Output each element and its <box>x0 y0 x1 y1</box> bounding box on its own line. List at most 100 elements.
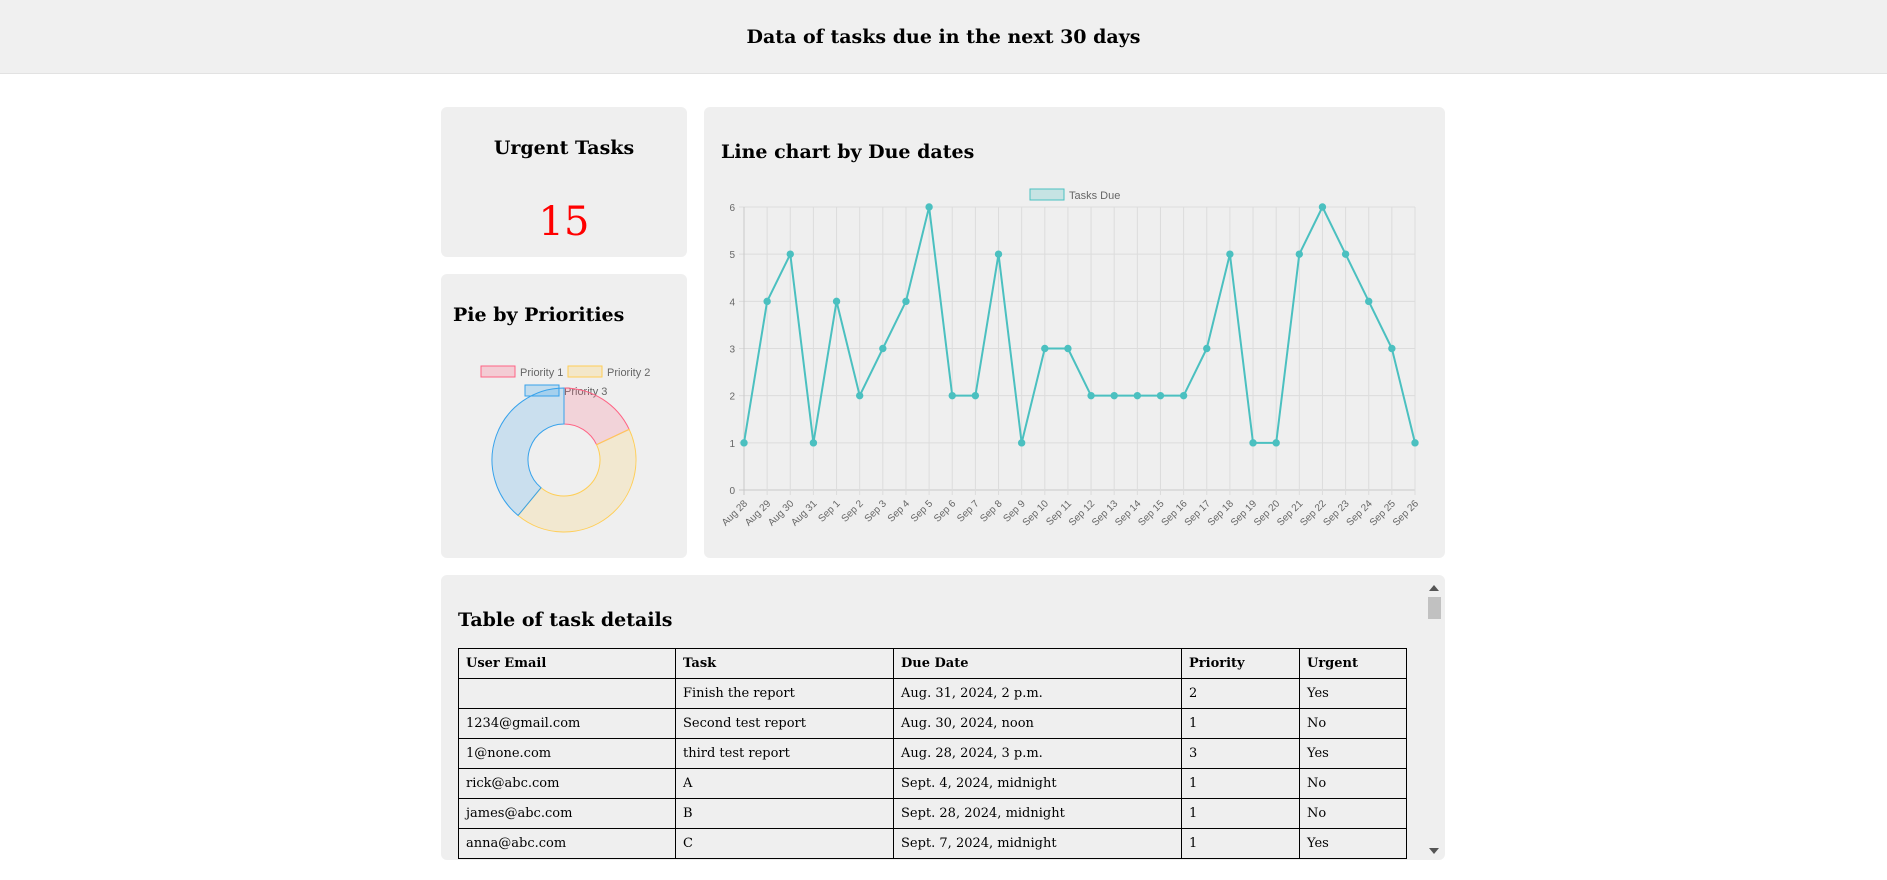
legend-label: Tasks Due <box>1069 190 1120 202</box>
table-cell: Finish the report <box>675 678 894 709</box>
y-tick-label: 3 <box>729 345 735 356</box>
table-row: rick@abc.com A Sept. 4, 2024, midnight 1 No <box>458 768 1407 799</box>
column-header: Priority <box>1181 648 1300 679</box>
table-cell: No <box>1299 798 1407 829</box>
data-point <box>994 250 1003 258</box>
table-row: 1@none.com third test report Aug. 28, 2024… <box>458 738 1407 769</box>
table-cell: anna@abc.com <box>458 828 676 859</box>
data-point <box>1249 439 1257 447</box>
table-cell: 1@none.com <box>458 738 676 769</box>
table-title: Table of task details <box>458 609 673 631</box>
x-tick-label: Sep 4 <box>886 498 913 525</box>
x-tick-label: Sep 2 <box>840 498 867 525</box>
data-point <box>809 439 818 447</box>
pie-card: Pie by Priorities Priority 1Priority 2Pr… <box>441 274 687 558</box>
table-cell: 3 <box>1181 738 1300 769</box>
data-point <box>832 297 841 306</box>
table-row: Finish the report Aug. 31, 2024, 2 p.m. 2 Y… <box>458 678 1407 709</box>
tasks-due-line <box>743 206 1416 444</box>
data-point <box>1203 344 1211 353</box>
table-cell: C <box>675 828 894 859</box>
table-cell <box>458 678 676 709</box>
table-cell: Second test report <box>675 708 894 739</box>
table-cell: 1 <box>1181 798 1300 829</box>
pie-slice <box>517 428 637 533</box>
legend-swatch <box>567 365 603 378</box>
data-point <box>1041 344 1049 353</box>
table-cell: 1 <box>1181 708 1300 739</box>
data-point <box>1318 203 1327 211</box>
data-point <box>740 439 748 447</box>
table-cell: 1 <box>1181 768 1300 799</box>
data-point <box>1133 391 1142 400</box>
y-tick-label: 0 <box>729 486 735 497</box>
table-cell: james@abc.com <box>458 798 676 829</box>
data-point <box>1064 344 1072 353</box>
legend-swatch <box>480 365 516 378</box>
table-cell: Yes <box>1299 828 1407 859</box>
scroll-down-arrow-icon[interactable] <box>1429 848 1439 854</box>
column-header: User Email <box>458 648 676 679</box>
data-point <box>1110 391 1118 400</box>
urgent-tasks-card: Urgent Tasks 15 <box>441 107 687 257</box>
y-tick-label: 2 <box>729 392 735 403</box>
table-cell: Sept. 4, 2024, midnight <box>893 768 1182 799</box>
data-point <box>1156 391 1165 400</box>
x-tick-label: Sep 8 <box>978 498 1005 525</box>
table-row: james@abc.com B Sept. 28, 2024, midnight 1 N… <box>458 798 1407 829</box>
data-point <box>1295 250 1304 258</box>
data-point <box>948 391 956 400</box>
table-cell: 2 <box>1181 678 1300 709</box>
y-tick-label: 6 <box>729 203 735 214</box>
table-cell: third test report <box>675 738 894 769</box>
scroll-up-arrow-icon[interactable] <box>1429 585 1439 591</box>
table-cell: Yes <box>1299 738 1407 769</box>
line-chart-card: Line chart by Due dates Tasks Due 0 1 2 3 4 5 6… <box>704 107 1445 558</box>
y-tick-label: 1 <box>729 439 735 450</box>
x-tick-label: Sep 7 <box>955 498 982 525</box>
table-header-row: User Email Task Due Date Priority Urgent <box>458 648 1407 679</box>
data-point <box>763 297 771 306</box>
y-tick-label: 4 <box>729 297 735 308</box>
table-cell: Aug. 31, 2024, 2 p.m. <box>893 678 1182 709</box>
urgent-tasks-title: Urgent Tasks <box>493 137 635 159</box>
data-point <box>1341 250 1350 258</box>
table-cell: No <box>1299 708 1407 739</box>
table-cell: 1234@gmail.com <box>458 708 676 739</box>
x-tick-label: Sep 3 <box>863 498 890 525</box>
column-header: Urgent <box>1299 648 1407 679</box>
legend-swatch <box>1029 188 1065 201</box>
x-tick-label: Sep 1 <box>816 498 843 525</box>
table-cell: B <box>675 798 894 829</box>
table-cell: Sept. 7, 2024, midnight <box>893 828 1182 859</box>
x-tick-label: Sep 6 <box>932 498 959 525</box>
column-header: Due Date <box>893 648 1182 679</box>
table-cell: A <box>675 768 894 799</box>
table-cell: Sept. 28, 2024, midnight <box>893 798 1182 829</box>
data-point <box>1272 439 1280 447</box>
priority-pie-chart: Priority 1Priority 2Priority 3 <box>480 365 650 533</box>
data-point <box>1411 439 1419 447</box>
data-point <box>971 391 980 400</box>
task-table-card: Table of task details User Email Task Du… <box>441 575 1445 860</box>
data-point <box>1179 391 1188 400</box>
data-point <box>925 203 933 211</box>
y-tick-label: 5 <box>729 250 735 261</box>
data-point <box>902 297 910 306</box>
page-title: Data of tasks due in the next 30 days <box>746 25 1141 48</box>
column-header: Task <box>675 648 894 679</box>
data-point <box>879 344 887 353</box>
table-scrollbar[interactable] <box>1425 579 1443 860</box>
data-point <box>786 250 794 258</box>
x-tick-label: Sep 5 <box>909 498 936 525</box>
table-row: anna@abc.com C Sept. 7, 2024, midnight 1 Yes <box>458 828 1407 859</box>
table-cell: Yes <box>1299 678 1407 709</box>
table-cell: Aug. 28, 2024, 3 p.m. <box>893 738 1182 769</box>
scroll-thumb[interactable] <box>1428 597 1441 619</box>
table-row: 1234@gmail.com Second test report Aug. 30,… <box>458 708 1407 739</box>
data-point <box>1388 344 1396 353</box>
data-point <box>1017 439 1026 447</box>
x-tick-label: Sep 10 <box>1021 498 1051 528</box>
legend-label: Priority 1 <box>520 367 563 379</box>
page-header: Data of tasks due in the next 30 days <box>0 0 1887 74</box>
